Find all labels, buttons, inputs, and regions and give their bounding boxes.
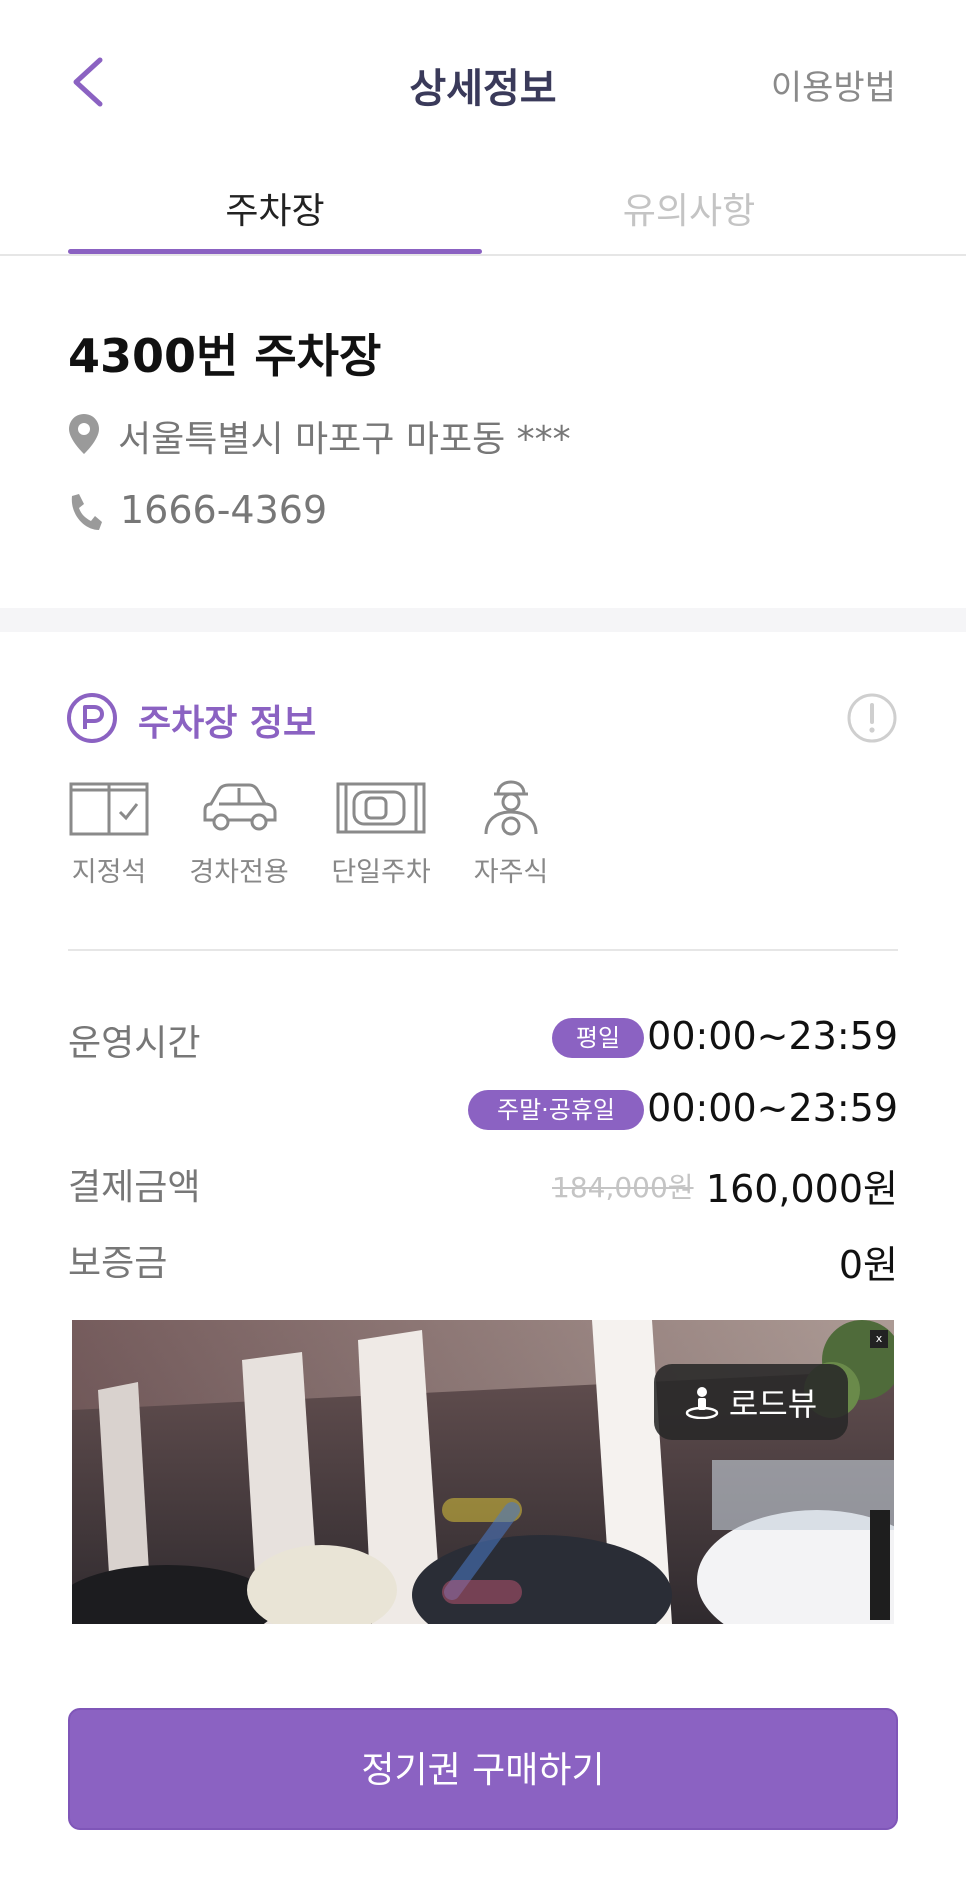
deposit-amount: 0원	[838, 1243, 898, 1287]
parking-p-icon	[67, 693, 117, 743]
roadview-side-controls[interactable]	[870, 1510, 890, 1620]
deposit-label: 보증금	[68, 1243, 168, 1284]
weekend-holiday-badge: 주말·공휴일	[468, 1090, 644, 1130]
parking-lot-phone[interactable]: 1666-4369	[120, 488, 327, 532]
help-link[interactable]: 이용방법	[771, 60, 896, 109]
feature-label: 자주식	[473, 857, 549, 888]
phone-icon	[71, 494, 102, 530]
operating-hours-label: 운영시간	[68, 1023, 201, 1064]
location-pin-icon	[69, 414, 99, 454]
section-separator	[0, 608, 966, 632]
payment-price: 160,000원	[705, 1167, 898, 1211]
alert-circle-icon[interactable]	[846, 692, 898, 744]
roadview-button-label: 로드뷰	[728, 1385, 818, 1423]
parking-lot-address: 서울특별시 마포구 마포동 ***	[118, 419, 571, 460]
tab-bar: 주차장 유의사항	[0, 170, 966, 256]
section-divider	[68, 949, 898, 951]
weekend-hours: 00:00~23:59	[647, 1086, 898, 1130]
app-header: 상세정보 이용방법	[0, 0, 966, 160]
feature-reserved-seat: 지정석	[44, 780, 174, 889]
weekday-badge: 평일	[552, 1018, 644, 1058]
feature-single-parking: 단일주차	[316, 780, 446, 889]
feature-label: 지정석	[71, 857, 147, 888]
feature-compact-car: 경차전용	[174, 780, 304, 889]
reserved-seat-icon	[69, 782, 149, 836]
feature-label: 경차전용	[189, 857, 289, 888]
feature-self-parking: 자주식	[446, 780, 576, 889]
person-marker-icon	[685, 1387, 719, 1419]
active-tab-indicator	[68, 249, 482, 254]
feature-label: 단일주차	[331, 857, 431, 888]
roadview-panorama[interactable]: x 로드뷰	[72, 1320, 894, 1624]
payment-amount-label: 결제금액	[68, 1167, 201, 1208]
roadview-close-button[interactable]: x	[870, 1330, 888, 1348]
tab-notices[interactable]: 유의사항	[482, 182, 896, 234]
parking-lot-name: 4300번 주차장	[68, 329, 382, 383]
self-parking-icon	[484, 780, 538, 836]
buy-pass-button[interactable]: 정기권 구매하기	[68, 1708, 898, 1830]
compact-car-icon	[203, 783, 277, 831]
weekday-hours: 00:00~23:59	[647, 1014, 898, 1058]
parking-info-title: 주차장 정보	[138, 703, 317, 744]
original-price: 184,000원	[552, 1171, 694, 1204]
single-parking-icon	[336, 782, 426, 834]
roadview-button[interactable]: 로드뷰	[654, 1364, 848, 1440]
tab-parking-lot[interactable]: 주차장	[68, 182, 482, 234]
